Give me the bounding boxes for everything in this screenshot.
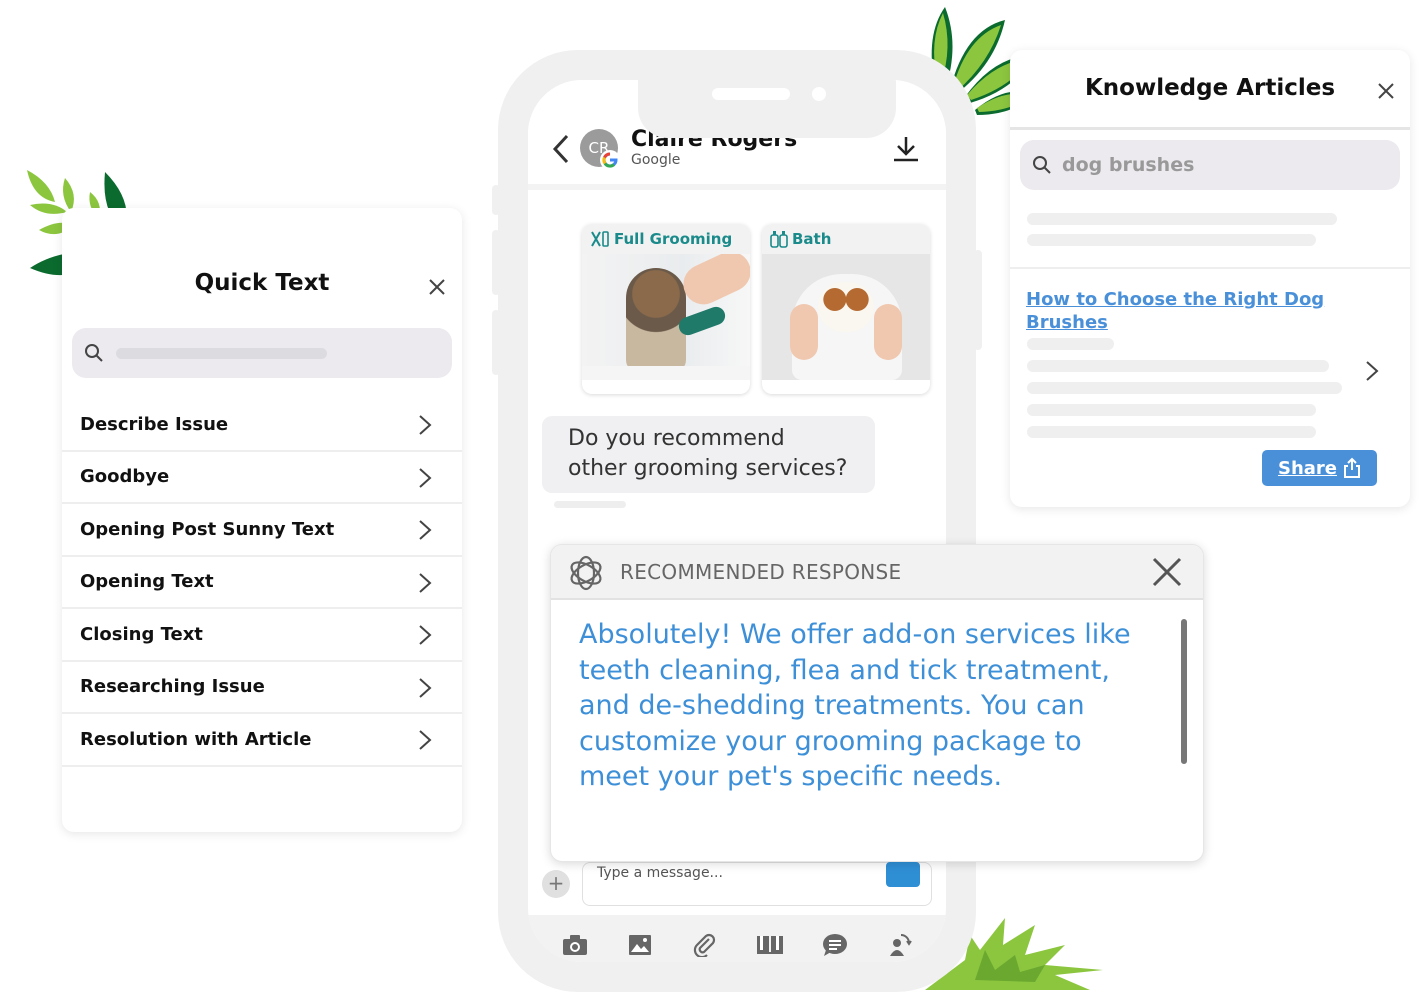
knowledge-search-input[interactable] xyxy=(1062,150,1382,180)
incoming-message-bubble: Do you recommend other grooming services… xyxy=(542,416,875,493)
image-icon[interactable] xyxy=(626,931,654,959)
close-icon[interactable] xyxy=(1151,556,1183,588)
book-icon[interactable] xyxy=(756,931,784,959)
phone-speaker xyxy=(712,88,790,100)
add-attachment-button[interactable]: + xyxy=(542,870,570,898)
skeleton-line xyxy=(1027,426,1316,438)
phone-notch xyxy=(638,80,896,138)
search-icon xyxy=(85,344,103,362)
back-arrow-icon[interactable] xyxy=(552,134,570,164)
chat-bubble-icon[interactable] xyxy=(821,931,849,959)
grooming-tools-icon xyxy=(591,231,609,247)
quick-text-item[interactable]: Describe Issue xyxy=(62,399,462,452)
recommended-response-text[interactable]: Absolutely! We offer add-on services lik… xyxy=(579,617,1159,795)
skeleton-line xyxy=(1027,213,1337,225)
knowledge-search-field[interactable] xyxy=(1020,140,1400,190)
transfer-agent-icon[interactable] xyxy=(886,931,914,959)
bath-bottles-icon xyxy=(770,231,788,248)
quick-text-item[interactable]: Closing Text xyxy=(62,609,462,662)
skeleton-line xyxy=(1027,234,1316,246)
service-label: Full Grooming xyxy=(614,230,733,248)
skeleton-line xyxy=(1027,404,1316,416)
recommended-response-panel: RECOMMENDED RESPONSE Absolutely! We offe… xyxy=(550,544,1204,862)
quick-text-panel: Quick Text Describe Issue Goodbye Openin… xyxy=(62,208,462,832)
dog-figure xyxy=(626,268,686,372)
chevron-right-icon xyxy=(419,677,432,698)
chevron-right-icon xyxy=(419,415,432,435)
search-placeholder-bar xyxy=(116,348,327,359)
grooming-photo xyxy=(582,254,750,380)
table-surface xyxy=(582,366,750,380)
hand-left xyxy=(790,304,818,360)
divider xyxy=(1010,127,1410,130)
close-icon[interactable] xyxy=(428,278,446,296)
quick-text-list: Describe Issue Goodbye Opening Post Sunn… xyxy=(62,399,462,767)
item-label: Researching Issue xyxy=(80,676,265,698)
item-label: Describe Issue xyxy=(80,413,229,435)
dog-face xyxy=(818,282,874,332)
phone-side-button xyxy=(974,250,982,350)
close-icon[interactable] xyxy=(1377,82,1395,100)
share-label: Share xyxy=(1277,457,1337,479)
chevron-right-icon xyxy=(419,520,432,540)
paperclip-icon[interactable] xyxy=(691,931,719,959)
camera-icon[interactable] xyxy=(561,931,589,959)
quick-text-title: Quick Text xyxy=(194,270,330,296)
bath-photo xyxy=(762,254,930,380)
quick-text-item[interactable]: Opening Text xyxy=(62,557,462,609)
message-placeholder: Type a message... xyxy=(597,865,723,881)
quick-text-item[interactable]: Opening Post Sunny Text xyxy=(62,504,462,557)
service-card-full-grooming[interactable]: Full Grooming xyxy=(582,224,750,394)
phone-side-button xyxy=(492,310,500,375)
chevron-right-icon xyxy=(419,625,432,645)
divider xyxy=(1010,267,1410,269)
service-label: Bath xyxy=(792,230,832,248)
skeleton-line xyxy=(1027,360,1329,372)
scrollbar[interactable] xyxy=(1181,619,1187,764)
knowledge-articles-title: Knowledge Articles xyxy=(1084,75,1336,101)
download-icon[interactable] xyxy=(893,135,919,163)
openai-logo-icon xyxy=(570,555,602,591)
search-icon xyxy=(1033,156,1051,174)
chevron-right-icon xyxy=(419,730,432,750)
item-label: Opening Post Sunny Text xyxy=(80,518,335,540)
phone-side-button xyxy=(492,230,500,295)
item-label: Goodbye xyxy=(80,466,170,488)
recommended-response-header: RECOMMENDED RESPONSE xyxy=(551,545,1203,600)
chevron-right-icon[interactable] xyxy=(1365,360,1379,382)
message-input[interactable]: Type a message... xyxy=(582,862,932,906)
quick-text-item[interactable]: Researching Issue xyxy=(62,662,462,714)
item-label: Opening Text xyxy=(80,571,214,593)
send-button[interactable] xyxy=(886,862,920,887)
quick-text-search-input[interactable] xyxy=(72,328,452,378)
share-button[interactable]: Share xyxy=(1262,450,1377,486)
quick-text-item[interactable]: Resolution with Article xyxy=(62,714,462,767)
hand-figure xyxy=(676,254,750,311)
phone-side-button xyxy=(492,185,500,215)
quick-text-item[interactable]: Goodbye xyxy=(62,452,462,504)
chat-toolbar xyxy=(528,915,946,962)
share-icon xyxy=(1344,457,1360,478)
contact-source: Google xyxy=(631,152,681,168)
item-label: Closing Text xyxy=(80,623,203,645)
recommended-response-title: RECOMMENDED RESPONSE xyxy=(620,560,902,584)
item-label: Resolution with Article xyxy=(80,728,312,750)
skeleton-line xyxy=(1027,338,1114,350)
knowledge-articles-panel: Knowledge Articles How to Choose the Rig… xyxy=(1010,50,1410,507)
chevron-right-icon xyxy=(419,572,432,593)
hand-right xyxy=(874,304,902,360)
service-card-bath[interactable]: Bath xyxy=(762,224,930,394)
phone-camera xyxy=(812,87,826,101)
message-composer: Type a message... + xyxy=(542,862,932,910)
article-link[interactable]: How to Choose the Right Dog Brushes xyxy=(1026,288,1326,334)
skeleton-line xyxy=(1027,382,1342,394)
message-meta-placeholder xyxy=(554,501,626,508)
chevron-right-icon xyxy=(419,467,432,488)
google-icon xyxy=(600,150,620,170)
